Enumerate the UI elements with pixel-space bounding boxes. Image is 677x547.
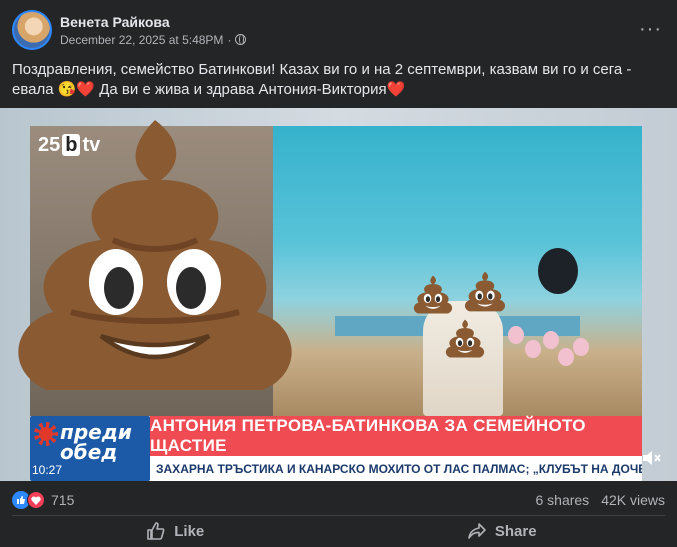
pink-balloon [558, 348, 574, 366]
pink-balloon [508, 326, 524, 344]
stats-divider [12, 515, 665, 516]
poop-emoji-small [445, 319, 485, 358]
globe-icon[interactable] [235, 34, 247, 45]
black-balloon [538, 248, 578, 294]
meta-separator: · [227, 32, 232, 47]
poop-emoji-small [464, 271, 506, 312]
broadcast-clock: 10:27 [32, 463, 63, 477]
love-reaction-icon[interactable] [27, 491, 45, 509]
show-logo: преди обед 10:27 [30, 416, 150, 481]
beach-photo [273, 126, 642, 416]
post-video[interactable]: 25 b tv преди обед 10:27 АНТОНИЯ ПЕТРОВА-Б… [0, 108, 677, 481]
post-date[interactable]: December 22, 2025 at 5:48PM [60, 33, 223, 47]
engagement-stats: 6 shares 42K views [535, 492, 665, 508]
like-icon [147, 522, 165, 540]
like-label: Like [174, 522, 205, 540]
author-info: Венета Райкова December 22, 2025 at 5:48… [60, 14, 247, 47]
pink-balloon [543, 331, 559, 349]
post-stats: 715 6 shares 42K views [12, 489, 665, 511]
news-ticker: ЗАХАРНА ТРЪСТИКА И КАНАРСКО МОХИТО ОТ ЛА… [150, 456, 642, 481]
post-text: Поздравления, семейство Батинкови! Казах… [12, 61, 632, 98]
post-header: Венета Райкова December 22, 2025 at 5:48… [12, 10, 662, 50]
heart-icon [31, 496, 41, 505]
share-button[interactable]: Share [339, 518, 666, 544]
sun-burst-icon [34, 422, 58, 446]
reactions-count[interactable]: 715 [51, 492, 74, 508]
poop-emoji-small [413, 275, 453, 314]
share-icon [468, 523, 486, 539]
post-meta: December 22, 2025 at 5:48PM · [60, 32, 247, 47]
share-label: Share [494, 522, 537, 540]
shares-count[interactable]: 6 shares [535, 492, 589, 508]
show-name: преди обед [60, 420, 132, 464]
post-actions: Like Share [12, 518, 665, 544]
pink-balloon [525, 340, 541, 358]
pink-balloon [573, 338, 589, 356]
poop-emoji-large [18, 120, 292, 390]
facebook-post: Венета Райкова December 22, 2025 at 5:48… [0, 0, 677, 547]
more-options-button[interactable]: ··· [639, 18, 662, 41]
headline-banner: АНТОНИЯ ПЕТРОВА-БАТИНКОВА ЗА СЕМЕЙНОТО Щ… [150, 416, 642, 456]
author-name[interactable]: Венета Райкова [60, 14, 246, 30]
author-avatar[interactable] [12, 10, 52, 50]
mute-icon[interactable] [641, 448, 663, 468]
like-button[interactable]: Like [12, 518, 339, 544]
views-count: 42K views [601, 492, 665, 508]
thumb-icon [17, 496, 25, 504]
